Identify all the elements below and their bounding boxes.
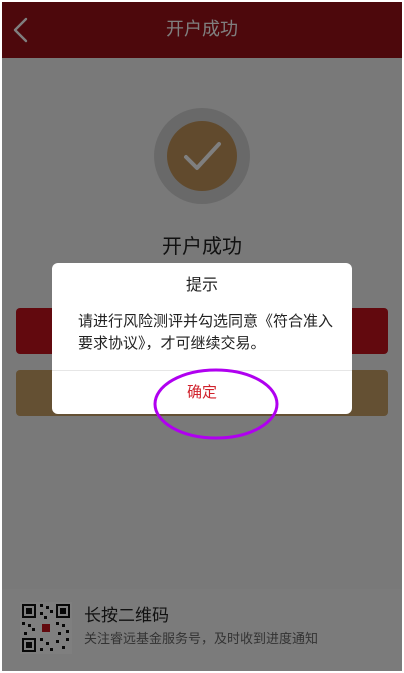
screen: 开户成功 开户成功: [2, 2, 402, 671]
alert-dialog: 提示 请进行风险测评并勾选同意《符合准入要求协议》，才可继续交易。 确定: [52, 263, 352, 414]
dialog-message: 请进行风险测评并勾选同意《符合准入要求协议》，才可继续交易。: [78, 312, 334, 352]
confirm-button[interactable]: 确定: [52, 371, 352, 414]
dialog-title: 提示: [185, 275, 218, 294]
